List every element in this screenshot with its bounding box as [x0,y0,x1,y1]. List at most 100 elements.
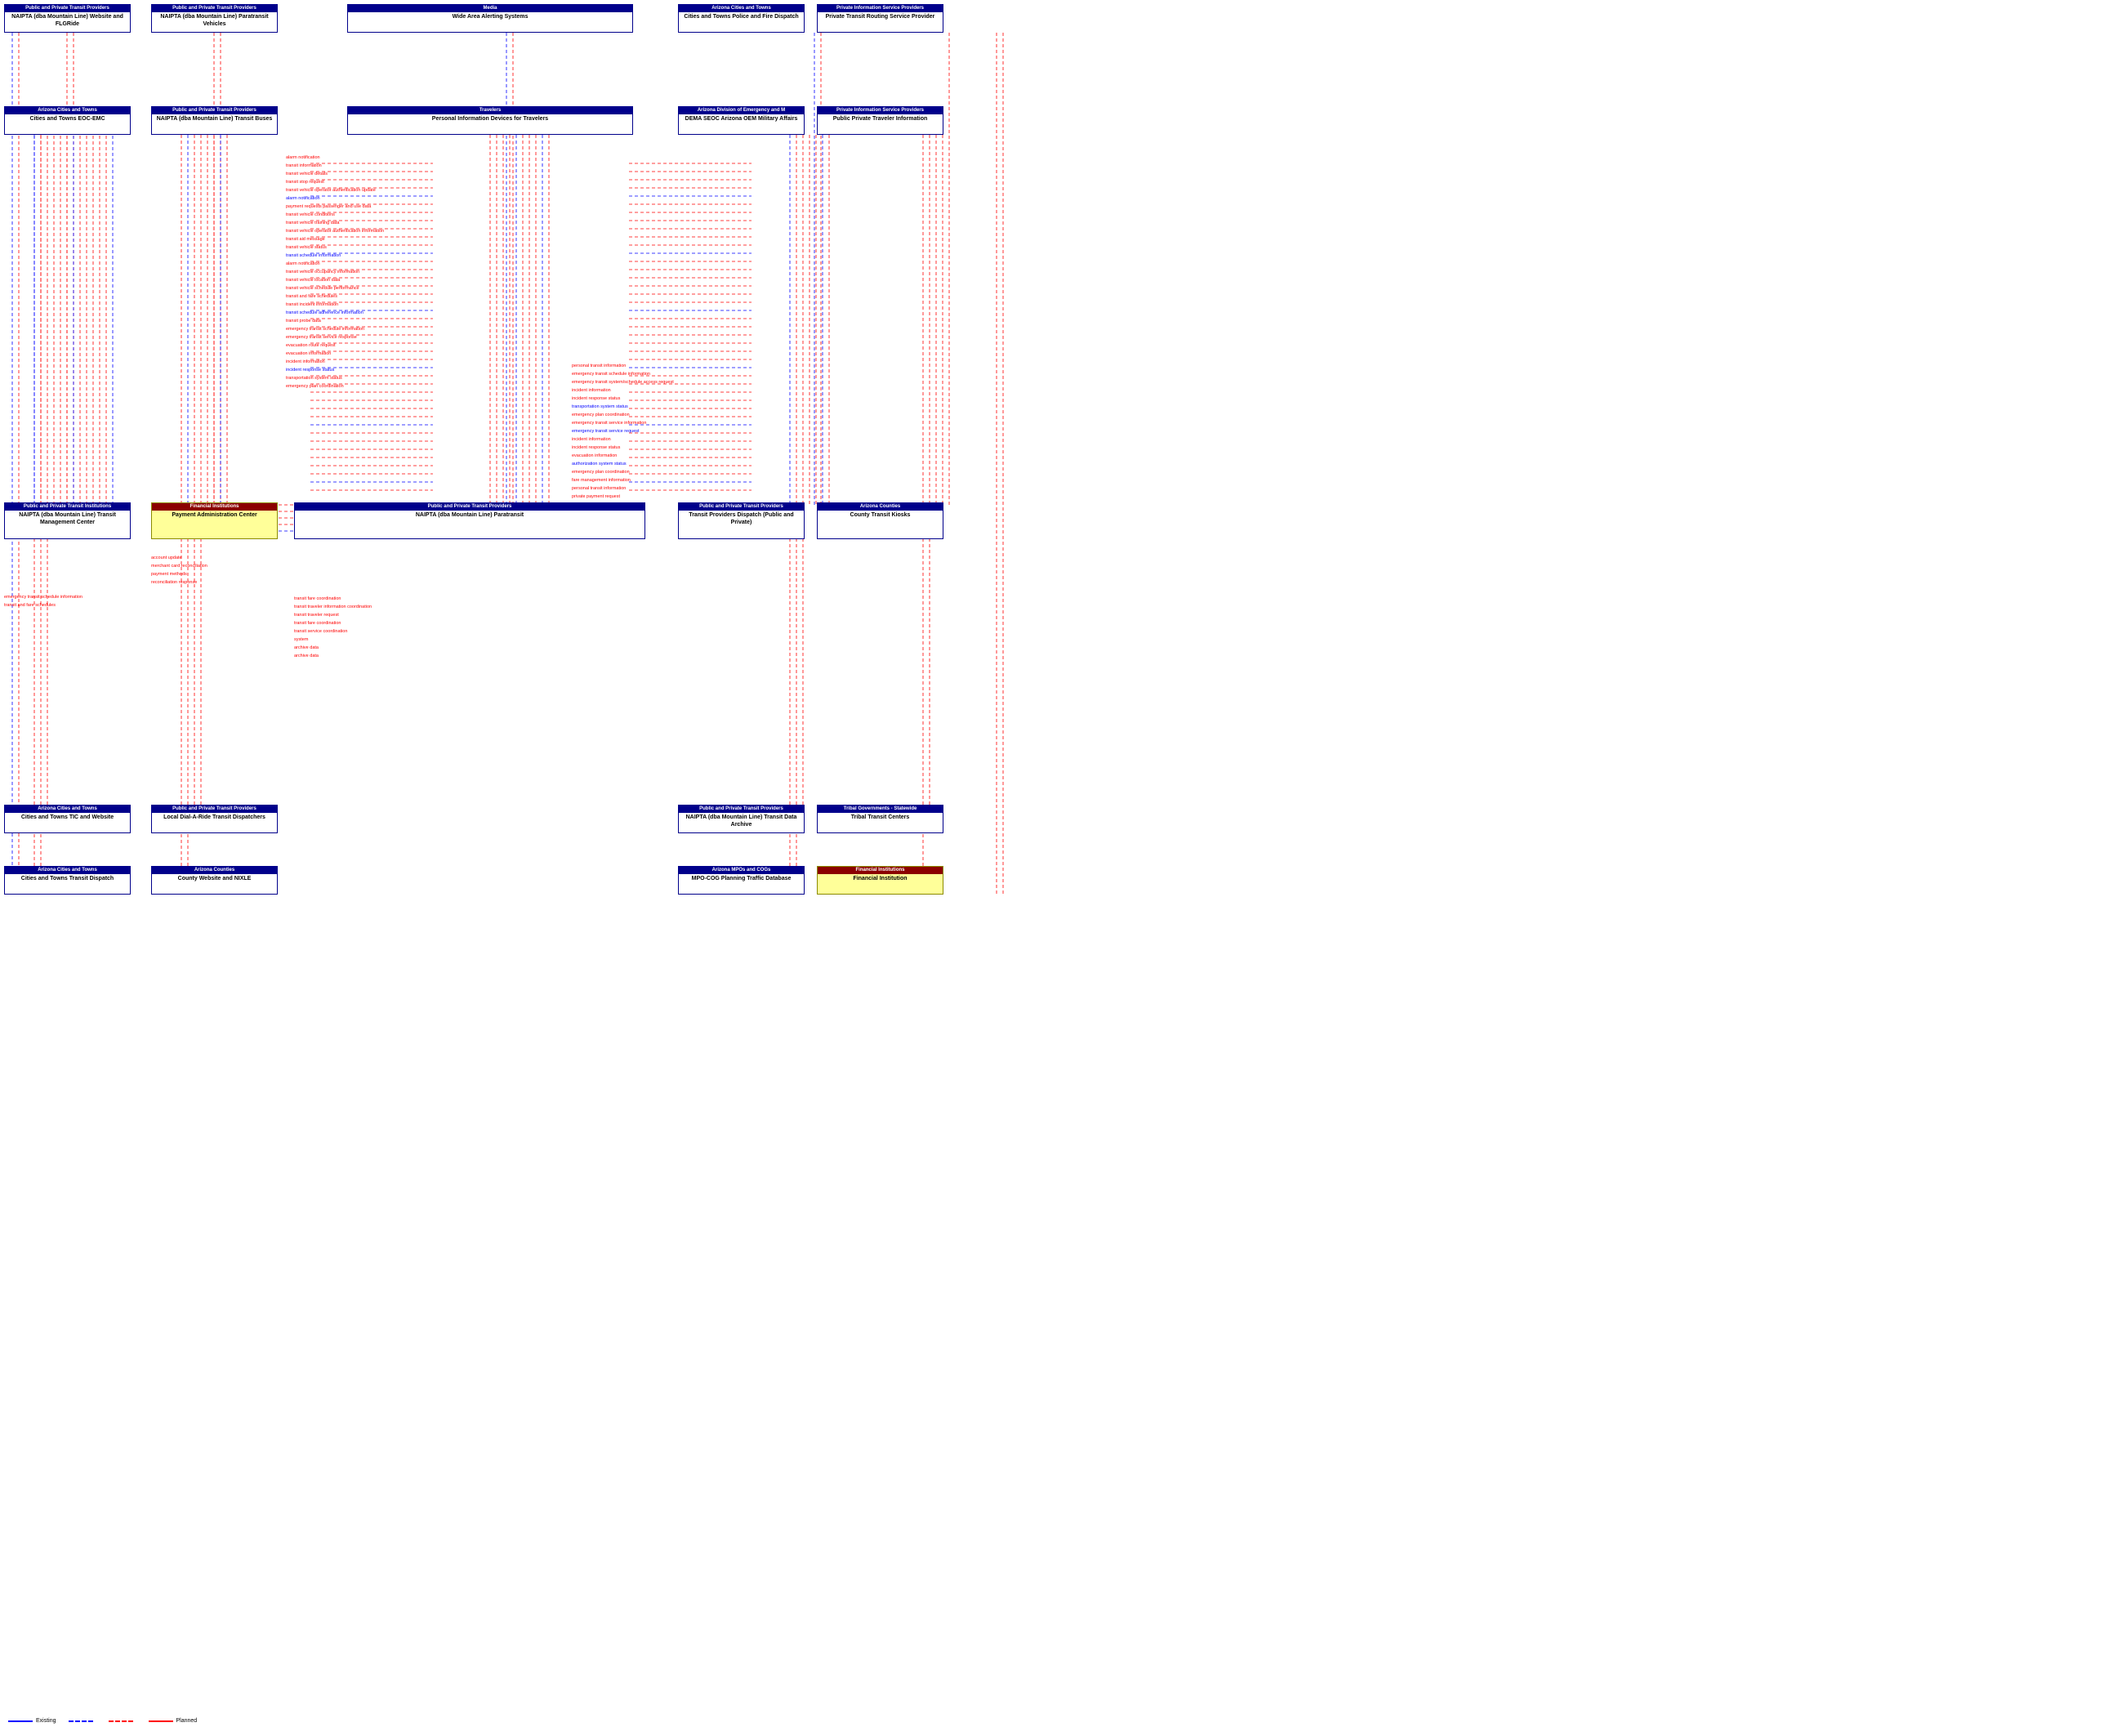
node-eoc-emc-title: Cities and Towns EOC-EMC [7,116,128,123]
node-mpo-cog-header: Arizona MPOs and COGs [679,867,804,874]
flow-label-transportation2: transportation system status [572,404,628,409]
node-financial-institution-title: Financial Institution [819,876,941,882]
flow-label-incident3: incident information [572,437,611,442]
node-dema-title: DEMA SEOC Arizona OEM Military Affairs [680,116,802,123]
flow-label-service-coord: transit service coordination [294,629,347,634]
connections-svg [0,0,2123,1736]
flow-label-adherence: transit schedule adherence information [286,310,363,315]
legend-item-planned: Planned [149,1718,198,1724]
node-tribal-transit-header: Tribal Governments - Statewide [818,806,943,813]
node-transit-dispatch-title: Transit Providers Dispatch (Public and P… [680,512,802,526]
flow-label-incident-info: incident information [286,359,325,364]
node-data-archive-header: Public and Private Transit Providers [679,806,804,813]
flow-label-transit-fares: transit and fare schedules [4,603,56,608]
node-police-fire-header: Arizona Cities and Towns [679,5,804,12]
legend-line-planned [149,1720,173,1722]
flow-label-auth-system: authorization system status [572,462,627,466]
flow-label-archive2: archive data [294,654,319,658]
flow-label-fare-mgmt: fare management information [572,478,631,483]
legend-item-dashed-red [109,1720,136,1722]
flow-label-emergency-plan: emergency plan coordination [572,413,630,417]
flow-label-emergency-sched: emergency transit schedule information [572,372,650,377]
node-naipta-website: Public and Private Transit Providers NAI… [4,4,131,33]
node-transit-dispatch-city: Arizona Cities and Towns Cities and Town… [4,866,131,895]
node-public-private-info-title: Public Private Traveler Information [819,116,941,123]
flow-label-reconciliation: reconciliation response [151,580,197,585]
node-county-nixle-header: Arizona Counties [152,867,277,874]
node-wide-area-alerting-title: Wide Area Alerting Systems [350,14,631,20]
flow-label-traveler-request: transit traveler request [294,613,339,618]
node-transit-mgmt-header: Public and Private Transit Institutions [5,503,130,511]
legend-label-existing: Existing [36,1718,56,1724]
flow-label-emergency: emergency transit schedule information [286,327,364,332]
node-personal-devices: Travelers Personal Information Devices f… [347,106,633,135]
legend-item-dashed-blue [69,1720,96,1722]
node-paratransit-vehicles-title: NAIPTA (dba Mountain Line) Paratransit V… [154,14,275,28]
node-mpo-cog-title: MPO-COG Planning Traffic Database [680,876,802,882]
node-paratransit-vehicles-header: Public and Private Transit Providers [152,5,277,12]
flow-label-evac-info: evacuation information [286,351,331,356]
legend-label-planned: Planned [176,1718,198,1724]
node-paratransit-main-title: NAIPTA (dba Mountain Line) Paratransit [297,512,643,519]
flow-label-evac-request: evacuation route request [286,343,336,348]
node-wide-area-alerting: Media Wide Area Alerting Systems [347,4,633,33]
node-transit-dispatch-city-header: Arizona Cities and Towns [5,867,130,874]
flow-label-auth2: transit vehicle operator authentication … [286,229,384,234]
diagram-container: Public and Private Transit Providers NAI… [0,0,2123,1736]
node-wide-area-alerting-header: Media [348,5,632,12]
flow-label-emergency-service: emergency transit service information [572,421,646,426]
node-transit-buses: Public and Private Transit Providers NAI… [151,106,278,135]
flow-label-service-response: emergency transit service response [286,335,357,340]
flow-label-conditions: transit vehicle conditions [286,212,335,217]
node-dial-a-ride-title: Local Dial-A-Ride Transit Dispatchers [154,814,275,821]
node-tribal-transit: Tribal Governments - Statewide Tribal Tr… [817,805,943,833]
node-personal-devices-header: Travelers [348,107,632,114]
node-mpo-cog: Arizona MPOs and COGs MPO-COG Planning T… [678,866,805,895]
node-paratransit-main-header: Public and Private Transit Providers [295,503,644,511]
node-police-fire: Arizona Cities and Towns Cities and Town… [678,4,805,33]
node-financial-institution: Financial Institutions Financial Institu… [817,866,943,895]
flow-label-personal-transit2: personal transit information [572,486,626,491]
node-dema: Arizona Division of Emergency and M DEMA… [678,106,805,135]
node-dema-header: Arizona Division of Emergency and M [679,107,804,114]
flow-label-incident: transit incident information [286,302,338,307]
node-transit-mgmt: Public and Private Transit Institutions … [4,502,131,539]
flow-label-vehicle: transit vehicle details [286,172,328,176]
flow-label-account: account update [151,556,182,560]
node-payment-admin: Financial Institutions Payment Administr… [151,502,278,539]
flow-label-system: system [294,637,308,642]
node-transit-dispatch-header: Public and Private Transit Providers [679,503,804,511]
flow-label-transit-info: transit information [286,163,322,168]
flow-label-mgmt: transit aid message [286,237,325,242]
node-private-routing-header: Private Information Service Providers [818,5,943,12]
legend-item-existing: Existing [8,1718,56,1724]
flow-label-notification2: alarm notification [286,261,320,266]
flow-label-archive: archive data [294,645,319,650]
flow-label-schedule: transit schedule information [286,253,341,258]
node-police-fire-title: Cities and Towns Police and Fire Dispatc… [680,14,802,20]
flow-label-response: incident response status [572,445,620,450]
node-financial-institution-header: Financial Institutions [818,867,943,874]
flow-label-stop: transit stop request [286,180,324,185]
node-county-kiosks-title: County Transit Kiosks [819,512,941,519]
node-dial-a-ride: Public and Private Transit Providers Loc… [151,805,278,833]
node-private-routing-title: Private Transit Routing Service Provider [819,14,941,20]
flow-label-notification: alarm notification [286,196,320,201]
flow-label-card-rec: merchant card reconciliation [151,564,207,569]
flow-label-transportation: transportation system status [286,376,342,381]
node-transit-buses-title: NAIPTA (dba Mountain Line) Transit Buses [154,116,275,123]
flow-label-incident2: incident information [572,388,611,393]
flow-label-traveler-info: transit traveler information coordinatio… [294,605,372,609]
flow-label-fare-coord2: transit fare coordination [294,621,341,626]
node-paratransit-vehicles: Public and Private Transit Providers NAI… [151,4,278,33]
node-payment-admin-title: Payment Administration Center [154,512,275,519]
flow-label-private-payment: private payment request [572,494,620,499]
node-transit-buses-header: Public and Private Transit Providers [152,107,277,114]
node-private-routing: Private Information Service Providers Pr… [817,4,943,33]
node-tic-website-title: Cities and Towns TIC and Website [7,814,128,821]
legend-line-existing [8,1720,33,1722]
node-eoc-emc-header: Arizona Cities and Towns [5,107,130,114]
node-public-private-info-header: Private Information Service Providers [818,107,943,114]
legend: Existing Planned [8,1718,197,1724]
legend-line-dashed-red [109,1720,133,1722]
